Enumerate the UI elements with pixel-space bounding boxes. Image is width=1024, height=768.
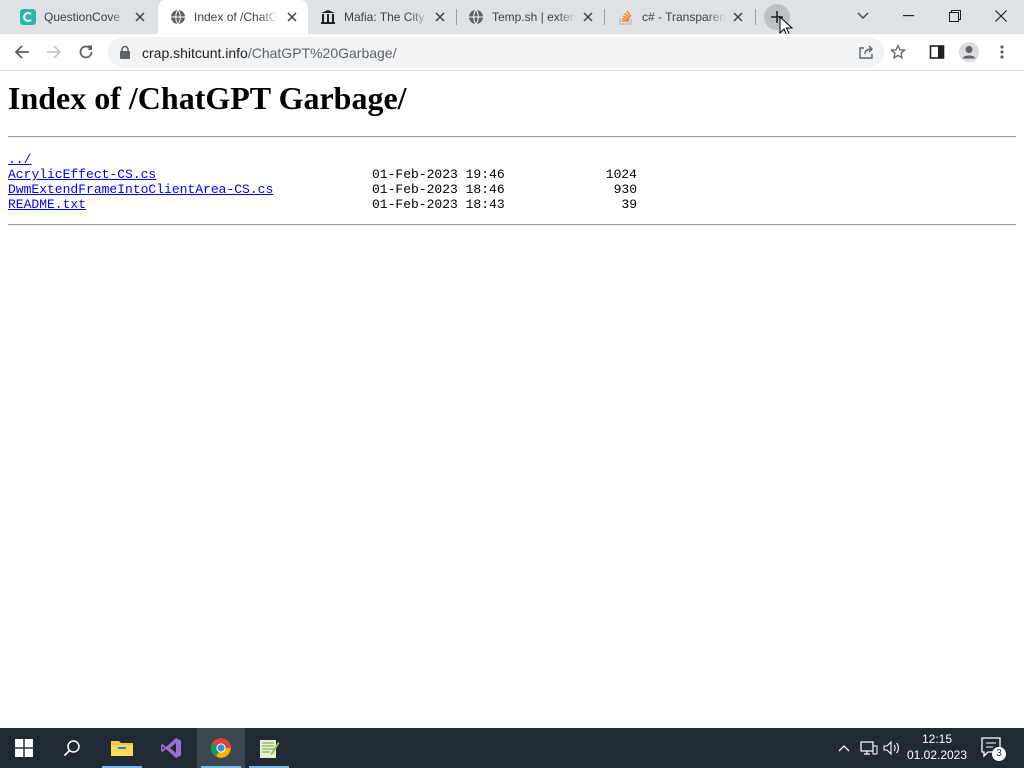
tab-title: Mafia: The City of Lost Heaven xyxy=(344,10,428,24)
url-host: crap.shitcunt.info xyxy=(142,45,248,61)
tab-separator xyxy=(456,9,457,25)
browser-toolbar: crap.shitcunt.info/ChatGPT%20Garbage/ xyxy=(0,34,1024,71)
chevron-down-icon xyxy=(857,12,869,19)
reload-icon xyxy=(79,45,93,59)
tab-close-icon[interactable] xyxy=(432,9,448,25)
windows-logo-icon xyxy=(15,739,33,757)
tab-title: Temp.sh | extended xyxy=(492,10,576,24)
tab-temp-sh[interactable]: Temp.sh | extended xyxy=(458,0,604,34)
tab-mafia[interactable]: Mafia: The City of Lost Heaven xyxy=(310,0,456,34)
url-path: /ChatGPT%20Garbage/ xyxy=(247,45,397,61)
file-date: 01-Feb-2023 18:43 xyxy=(372,197,505,212)
start-button[interactable] xyxy=(0,728,48,768)
clock-time: 12:15 xyxy=(921,732,953,746)
restore-icon xyxy=(949,10,961,22)
close-icon xyxy=(995,10,1007,22)
chrome-icon xyxy=(210,738,231,758)
speaker-icon[interactable] xyxy=(882,738,902,758)
minimize-icon xyxy=(903,15,914,17)
taskbar-file-explorer[interactable] xyxy=(98,728,146,768)
system-clock[interactable]: 12:15 01.02.2023 xyxy=(902,731,972,763)
tab-close-icon[interactable] xyxy=(730,9,746,25)
tab-title: Index of /ChatGPT Garbage/ xyxy=(194,10,278,24)
taskbar-chrome[interactable] xyxy=(197,728,245,768)
profile-button[interactable] xyxy=(954,37,984,67)
kebab-menu-icon xyxy=(1000,45,1004,59)
tab-search-button[interactable] xyxy=(840,0,886,32)
tab-close-icon[interactable] xyxy=(132,9,148,25)
taskbar-search-button[interactable] xyxy=(48,728,96,768)
url-text[interactable]: crap.shitcunt.info/ChatGPT%20Garbage/ xyxy=(142,45,396,61)
clock-date: 01.02.2023 xyxy=(906,748,968,762)
star-icon xyxy=(890,44,906,60)
avatar-icon xyxy=(959,42,979,62)
globe-icon xyxy=(170,9,186,25)
tab-separator xyxy=(604,9,605,25)
tab-close-icon[interactable] xyxy=(284,9,300,25)
parent-directory-link[interactable]: ../ xyxy=(8,152,31,167)
notepad-plus-plus-icon xyxy=(260,740,280,758)
side-panel-button[interactable] xyxy=(922,37,952,67)
menu-button[interactable] xyxy=(987,37,1017,67)
file-size: 930 xyxy=(613,182,637,197)
share-icon[interactable] xyxy=(854,40,878,64)
restore-button[interactable] xyxy=(932,0,978,32)
globe-icon xyxy=(468,9,484,25)
taskbar: 12:15 01.02.2023 3 xyxy=(0,728,1024,768)
taskbar-notepad-plus-plus[interactable] xyxy=(245,728,293,768)
notification-badge: 3 xyxy=(992,747,1006,761)
questioncove-icon xyxy=(20,9,36,25)
file-size: 1024 xyxy=(605,167,637,182)
museum-icon xyxy=(320,9,336,25)
reload-button[interactable] xyxy=(71,37,101,67)
arrow-left-icon xyxy=(14,45,29,59)
file-link[interactable]: AcrylicEffect-CS.cs xyxy=(8,167,156,182)
tab-separator xyxy=(755,9,756,25)
arrow-right-icon xyxy=(47,45,62,59)
tab-csharp-transparent[interactable]: c# - Transparent xyxy=(606,0,754,34)
tab-strip: QuestionCove Index of /ChatGPT Garbage/ … xyxy=(0,0,1024,37)
file-link[interactable]: README.txt xyxy=(8,197,86,212)
lock-icon[interactable] xyxy=(118,45,132,59)
taskbar-visual-studio[interactable] xyxy=(147,728,195,768)
minimize-button[interactable] xyxy=(886,0,932,32)
visual-studio-icon xyxy=(161,738,181,758)
file-date: 01-Feb-2023 19:46 xyxy=(372,167,505,182)
file-link[interactable]: DwmExtendFrameIntoClientArea-CS.cs xyxy=(8,182,273,197)
close-window-button[interactable] xyxy=(978,0,1024,32)
divider xyxy=(8,224,1016,226)
divider xyxy=(8,136,1016,138)
back-button[interactable] xyxy=(7,37,37,67)
address-bar[interactable]: crap.shitcunt.info/ChatGPT%20Garbage/ xyxy=(108,37,884,67)
network-icon[interactable] xyxy=(859,738,879,758)
tab-title: QuestionCove xyxy=(44,10,121,24)
tab-title: c# - Transparent xyxy=(642,10,726,24)
tab-index-of-chatgpt-garbage[interactable]: Index of /ChatGPT Garbage/ xyxy=(158,0,308,34)
forward-button[interactable] xyxy=(39,37,69,67)
file-date: 01-Feb-2023 18:46 xyxy=(372,182,505,197)
bookmark-star-button[interactable] xyxy=(883,37,913,67)
file-size: 39 xyxy=(621,197,637,212)
side-panel-icon xyxy=(929,45,945,59)
file-explorer-icon xyxy=(111,741,133,756)
page-title: Index of /ChatGPT Garbage/ xyxy=(8,80,407,116)
page-content: Index of /ChatGPT Garbage/ ../ AcrylicEf… xyxy=(0,72,1024,728)
chevron-up-icon[interactable] xyxy=(834,738,854,758)
search-icon xyxy=(63,740,80,757)
stackoverflow-icon xyxy=(618,9,634,25)
tab-close-icon[interactable] xyxy=(580,9,596,25)
tab-questioncove[interactable]: QuestionCove xyxy=(0,0,156,34)
